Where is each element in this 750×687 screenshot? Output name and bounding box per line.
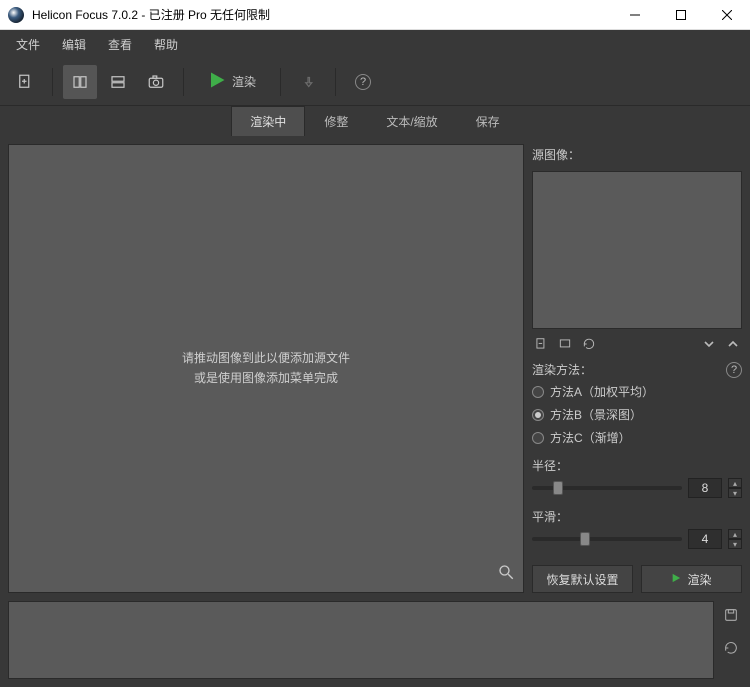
- toolbar: 渲染 ?: [0, 58, 750, 106]
- expand-icon[interactable]: [724, 335, 742, 353]
- close-button[interactable]: [704, 0, 750, 30]
- smoothing-value[interactable]: 4: [688, 529, 722, 549]
- share-button[interactable]: [291, 65, 325, 99]
- method-a-radio[interactable]: 方法A（加权平均）: [532, 382, 742, 401]
- refresh-icon[interactable]: [580, 335, 598, 353]
- play-icon: [671, 572, 681, 586]
- help-icon: ?: [355, 74, 371, 90]
- tab-rendering[interactable]: 渲染中: [231, 106, 305, 136]
- source-images-list[interactable]: [532, 171, 742, 329]
- menu-edit[interactable]: 编辑: [52, 32, 96, 57]
- side-panel: 源图像： 渲染方法： ? 方法A（加权平均） 方法B（景深图） 方法C（渐增）: [532, 144, 742, 593]
- magnifier-icon[interactable]: [497, 563, 515, 584]
- menu-help[interactable]: 帮助: [144, 32, 188, 57]
- menu-bar: 文件 编辑 查看 帮助: [0, 30, 750, 58]
- radius-value[interactable]: 8: [688, 478, 722, 498]
- camera-button[interactable]: [139, 65, 173, 99]
- smoothing-down[interactable]: ▾: [728, 539, 742, 549]
- tab-text-scale[interactable]: 文本/缩放: [367, 106, 456, 136]
- layout-split-horizontal-button[interactable]: [101, 65, 135, 99]
- method-b-radio[interactable]: 方法B（景深图）: [532, 405, 742, 424]
- tab-bar: 渲染中 修整 文本/缩放 保存: [0, 106, 750, 136]
- radius-label: 半径：: [532, 457, 742, 474]
- render-button[interactable]: 渲染: [194, 65, 270, 99]
- method-help-icon[interactable]: ?: [726, 362, 742, 378]
- reset-defaults-button[interactable]: 恢复默认设置: [532, 565, 633, 593]
- minimize-button[interactable]: [612, 0, 658, 30]
- remove-image-icon[interactable]: [532, 335, 550, 353]
- method-c-radio[interactable]: 方法C（渐增）: [532, 428, 742, 447]
- tab-retouch[interactable]: 修整: [305, 106, 367, 136]
- menu-view[interactable]: 查看: [98, 32, 142, 57]
- smoothing-slider[interactable]: [532, 537, 682, 541]
- window-title: Helicon Focus 7.0.2 - 已注册 Pro 无任何限制: [32, 6, 612, 23]
- canvas-placeholder: 请推动图像到此以便添加源文件 或是使用图像添加菜单完成: [182, 349, 350, 387]
- open-folder-icon[interactable]: [556, 335, 574, 353]
- maximize-button[interactable]: [658, 0, 704, 30]
- add-file-button[interactable]: [8, 65, 42, 99]
- radius-down[interactable]: ▾: [728, 488, 742, 498]
- app-logo-icon: [8, 7, 24, 23]
- source-images-label: 源图像：: [532, 144, 742, 165]
- smoothing-label: 平滑：: [532, 508, 742, 525]
- smoothing-up[interactable]: ▴: [728, 529, 742, 539]
- render-label: 渲染: [232, 73, 256, 90]
- title-bar: Helicon Focus 7.0.2 - 已注册 Pro 无任何限制: [0, 0, 750, 30]
- save-output-icon[interactable]: [723, 607, 739, 626]
- menu-file[interactable]: 文件: [6, 32, 50, 57]
- radius-up[interactable]: ▴: [728, 478, 742, 488]
- output-panel[interactable]: [8, 601, 714, 679]
- layout-split-vertical-button[interactable]: [63, 65, 97, 99]
- render-method-label: 渲染方法：: [532, 361, 726, 378]
- render-side-button[interactable]: 渲染: [641, 565, 742, 593]
- canvas-drop-area[interactable]: 请推动图像到此以便添加源文件 或是使用图像添加菜单完成: [8, 144, 524, 593]
- play-icon: [208, 71, 226, 92]
- collapse-icon[interactable]: [700, 335, 718, 353]
- tab-save[interactable]: 保存: [457, 106, 519, 136]
- refresh-output-icon[interactable]: [723, 640, 739, 659]
- help-button[interactable]: ?: [346, 65, 380, 99]
- radius-slider[interactable]: [532, 486, 682, 490]
